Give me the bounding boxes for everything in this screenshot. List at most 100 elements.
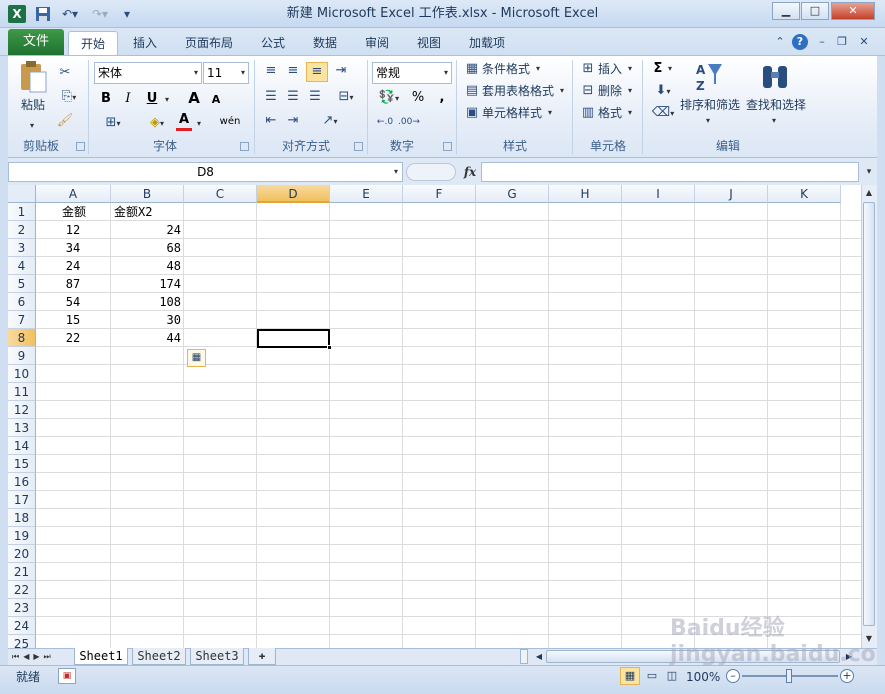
column-header-d[interactable]: D xyxy=(257,185,330,203)
sort-filter-icon[interactable]: AZ xyxy=(694,60,724,94)
fill-color-icon[interactable]: ◈▾ xyxy=(142,114,172,133)
find-dropdown-icon[interactable]: ▾ xyxy=(772,116,776,125)
underline-dropdown-icon[interactable]: ▾ xyxy=(162,90,172,109)
number-launcher-icon[interactable] xyxy=(443,142,452,151)
column-header-k[interactable]: K xyxy=(768,185,841,203)
column-header-a[interactable]: A xyxy=(36,185,111,203)
merge-center-icon[interactable]: ⊟▾ xyxy=(332,88,360,107)
column-header-i[interactable]: I xyxy=(622,185,695,203)
align-bottom-icon[interactable]: ≡ xyxy=(306,62,328,82)
increase-decimal-icon[interactable]: ←.0 xyxy=(374,113,396,131)
align-center-icon[interactable]: ☰ xyxy=(284,88,302,106)
row-header-21[interactable]: 21 xyxy=(8,563,36,581)
formula-expand-icon[interactable]: ▾ xyxy=(861,162,877,182)
cell-a7[interactable]: 15 xyxy=(38,311,108,329)
cut-icon[interactable]: ✂ xyxy=(56,64,74,82)
tab-home[interactable]: 开始 xyxy=(68,31,118,56)
conditional-format-button[interactable]: 条件格式 xyxy=(482,60,530,78)
tab-addins[interactable]: 加载项 xyxy=(460,31,514,56)
maximize-button[interactable]: □ xyxy=(801,2,829,20)
font-color-button[interactable]: A xyxy=(176,112,192,131)
cell-b3[interactable]: 68 xyxy=(112,239,183,257)
column-header-b[interactable]: B xyxy=(111,185,184,203)
currency-icon[interactable]: 💱▾ xyxy=(374,89,404,108)
decrease-indent-icon[interactable]: ⇤ xyxy=(262,112,280,130)
find-select-button[interactable]: 查找和选择 xyxy=(746,96,806,114)
cell-b7[interactable]: 30 xyxy=(112,311,183,329)
name-box[interactable]: D8 ▾ xyxy=(8,162,403,182)
clipboard-launcher-icon[interactable] xyxy=(76,142,85,151)
format-painter-icon[interactable]: 🖌 xyxy=(56,112,74,130)
fill-handle[interactable] xyxy=(327,345,332,350)
cell-b4[interactable]: 48 xyxy=(112,257,183,275)
paste-dropdown-icon[interactable]: ▾ xyxy=(24,116,40,135)
tab-review[interactable]: 审阅 xyxy=(356,31,398,56)
row-header-7[interactable]: 7 xyxy=(8,311,36,329)
cell-styles-dropdown-icon[interactable]: ▾ xyxy=(548,108,552,117)
row-header-12[interactable]: 12 xyxy=(8,401,36,419)
shrink-font-button[interactable]: A xyxy=(208,91,224,109)
row-header-5[interactable]: 5 xyxy=(8,275,36,293)
row-header-22[interactable]: 22 xyxy=(8,581,36,599)
row-header-24[interactable]: 24 xyxy=(8,617,36,635)
minimize-button[interactable]: ▁ xyxy=(772,2,800,20)
decrease-decimal-icon[interactable]: .00→ xyxy=(398,113,420,131)
insert-dropdown-icon[interactable]: ▾ xyxy=(628,64,632,73)
font-launcher-icon[interactable] xyxy=(240,142,249,151)
cell-styles-button[interactable]: 单元格样式 xyxy=(482,104,542,122)
insert-cells-button[interactable]: 插入 xyxy=(598,60,622,78)
zoom-slider-thumb[interactable] xyxy=(786,669,792,683)
font-size-select[interactable]: 11 ▾ xyxy=(203,62,249,84)
tab-sheet3[interactable]: Sheet3 xyxy=(190,648,244,665)
sort-dropdown-icon[interactable]: ▾ xyxy=(706,116,710,125)
cell-b5[interactable]: 174 xyxy=(112,275,183,293)
row-header-15[interactable]: 15 xyxy=(8,455,36,473)
align-left-icon[interactable]: ☰ xyxy=(262,88,280,106)
font-name-select[interactable]: 宋体 ▾ xyxy=(94,62,202,84)
row-header-3[interactable]: 3 xyxy=(8,239,36,257)
column-header-c[interactable]: C xyxy=(184,185,257,203)
tab-data[interactable]: 数据 xyxy=(304,31,346,56)
row-header-23[interactable]: 23 xyxy=(8,599,36,617)
zoom-level[interactable]: 100% xyxy=(686,668,720,686)
paste-button[interactable]: 粘贴 xyxy=(16,96,50,114)
number-format-select[interactable]: 常规 ▾ xyxy=(372,62,452,84)
cell-a3[interactable]: 34 xyxy=(38,239,108,257)
formula-input[interactable] xyxy=(481,162,859,182)
auto-fill-options-icon[interactable]: ▦ xyxy=(187,349,206,367)
column-header-f[interactable]: F xyxy=(403,185,476,203)
column-header-e[interactable]: E xyxy=(330,185,403,203)
scroll-left-icon[interactable]: ◀ xyxy=(532,649,546,664)
cell-a1[interactable]: 金额 xyxy=(38,203,108,221)
row-header-20[interactable]: 20 xyxy=(8,545,36,563)
row-header-6[interactable]: 6 xyxy=(8,293,36,311)
tab-insert[interactable]: 插入 xyxy=(124,31,166,56)
format-cells-button[interactable]: 格式 xyxy=(598,104,622,122)
cell-b2[interactable]: 24 xyxy=(112,221,183,239)
delete-cells-icon[interactable]: ⊟ xyxy=(580,82,596,100)
row-header-17[interactable]: 17 xyxy=(8,491,36,509)
underline-button[interactable]: U xyxy=(144,90,160,108)
sort-filter-button[interactable]: 排序和筛选 xyxy=(680,96,740,114)
row-header-14[interactable]: 14 xyxy=(8,437,36,455)
page-layout-view-icon[interactable]: ▭ xyxy=(642,667,662,685)
cell-a2[interactable]: 12 xyxy=(38,221,108,239)
italic-button[interactable]: I xyxy=(120,90,136,108)
scroll-up-icon[interactable]: ▲ xyxy=(862,186,876,200)
column-header-g[interactable]: G xyxy=(476,185,549,203)
grow-font-button[interactable]: A xyxy=(186,89,202,107)
row-header-9[interactable]: 9 xyxy=(8,347,36,365)
format-as-table-button[interactable]: 套用表格格式 xyxy=(482,82,554,100)
new-sheet-icon[interactable]: ✚ xyxy=(248,648,276,665)
cell-b8[interactable]: 44 xyxy=(112,329,183,347)
align-right-icon[interactable]: ☰ xyxy=(306,88,324,106)
font-color-dropdown-icon[interactable]: ▾ xyxy=(194,114,204,133)
format-dropdown-icon[interactable]: ▾ xyxy=(628,108,632,117)
align-middle-icon[interactable]: ≡ xyxy=(284,62,302,80)
fill-icon[interactable]: ⬇▾ xyxy=(650,82,676,101)
cell-styles-icon[interactable]: ▣ xyxy=(464,104,480,122)
vertical-scroll-thumb[interactable] xyxy=(863,202,875,626)
conditional-format-icon[interactable]: ▦ xyxy=(464,60,480,78)
insert-cells-icon[interactable]: ⊞ xyxy=(580,60,596,78)
tab-file[interactable]: 文件 xyxy=(8,29,64,55)
